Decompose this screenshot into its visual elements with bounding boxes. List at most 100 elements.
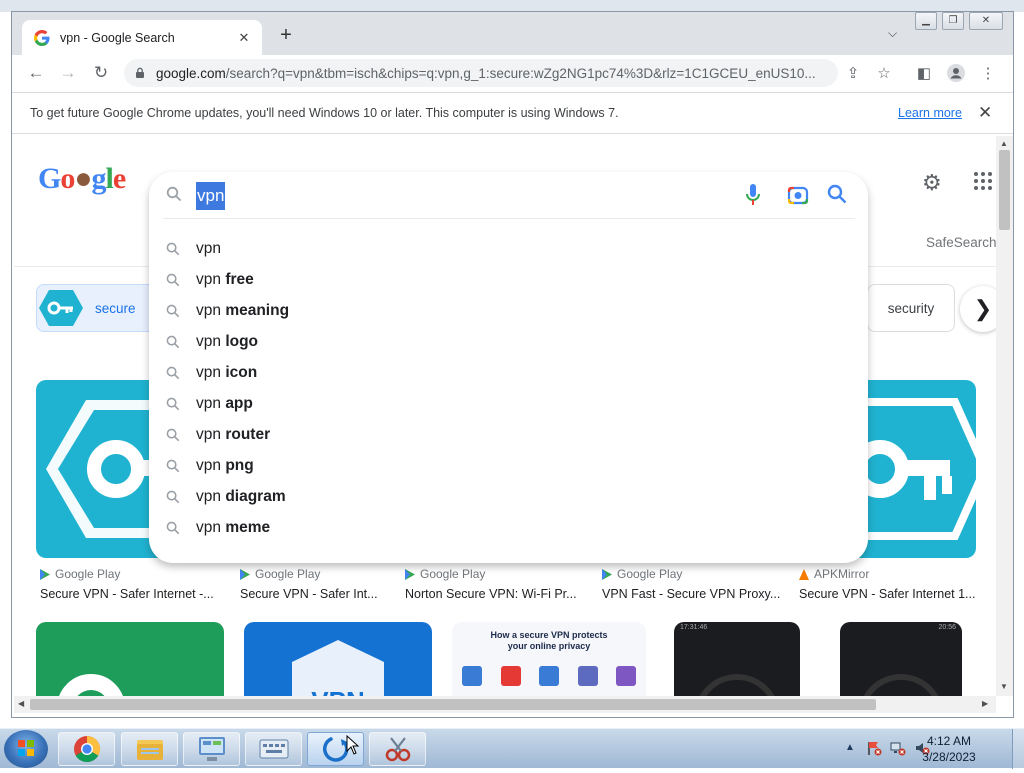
- suggestion-item[interactable]: vpn png: [149, 451, 868, 482]
- google-doodle-logo[interactable]: Go●gle: [38, 162, 126, 196]
- chips-next-arrow-icon[interactable]: ❯: [960, 286, 996, 332]
- forward-button[interactable]: →: [57, 63, 79, 83]
- result-image-6[interactable]: [36, 622, 224, 696]
- google-play-icon: [240, 568, 250, 580]
- chip-security[interactable]: security: [867, 284, 955, 332]
- folder-icon: [136, 740, 163, 760]
- suggestion-item[interactable]: vpn router: [149, 420, 868, 451]
- google-lens-camera-icon[interactable]: [787, 184, 809, 206]
- clock-date[interactable]: 3/28/2023: [922, 750, 976, 764]
- result-caption-1[interactable]: Secure VPN - Safer Internet -...: [40, 587, 220, 601]
- tab-close-icon[interactable]: ✕: [236, 30, 252, 46]
- suggestion-text: vpn icon: [196, 364, 258, 381]
- result-caption-2[interactable]: Secure VPN - Safer Int...: [240, 587, 380, 601]
- show-hidden-icons-arrow-icon[interactable]: ▲: [845, 742, 855, 753]
- back-button[interactable]: ←: [25, 63, 47, 83]
- share-icon[interactable]: ⇪: [843, 64, 863, 82]
- result-source-2: Google Play: [240, 567, 320, 581]
- update-infobar: To get future Google Chrome updates, you…: [12, 92, 1013, 134]
- result-caption-3[interactable]: Norton Secure VPN: Wi-Fi Pr...: [405, 587, 580, 601]
- search-icon: [166, 397, 180, 411]
- suggestion-item[interactable]: vpn meaning: [149, 296, 868, 327]
- network-icon[interactable]: [890, 740, 906, 756]
- tab-vpn-google-search[interactable]: vpn - Google Search ✕: [22, 20, 262, 55]
- suggestion-item[interactable]: vpn app: [149, 389, 868, 420]
- windows-logo-icon: [18, 740, 34, 756]
- result-image-10[interactable]: 20:56: [840, 622, 962, 696]
- new-tab-button[interactable]: +: [275, 24, 297, 46]
- taskbar-on-screen-keyboard[interactable]: [245, 732, 302, 766]
- taskbar-file-explorer[interactable]: [121, 732, 178, 766]
- horizontal-scroll-thumb[interactable]: [30, 699, 876, 710]
- dropdown-divider: [163, 218, 855, 219]
- suggestion-text: vpn free: [196, 271, 254, 288]
- result-caption-5[interactable]: Secure VPN - Safer Internet 1...: [799, 587, 979, 601]
- action-center-flag-icon[interactable]: [866, 740, 882, 756]
- menu-kebab-icon[interactable]: ⋮: [978, 64, 998, 82]
- result-source-label: Google Play: [420, 567, 486, 581]
- side-panel-icon[interactable]: ◧: [914, 64, 934, 82]
- voice-search-mic-icon[interactable]: [746, 184, 760, 206]
- suggestion-text: vpn meme: [196, 519, 271, 536]
- result-image-7[interactable]: VPN: [244, 622, 432, 696]
- windows-taskbar: ▲ 4:12 AM 3/28/2023: [0, 728, 1024, 769]
- browser-toolbar: ← → ↻ google.com/search?q=vpn&tbm=isch&c…: [12, 55, 1013, 91]
- scroll-down-arrow-icon[interactable]: ▼: [1000, 682, 1008, 691]
- suggestion-item[interactable]: vpn free: [149, 265, 868, 296]
- suggestion-item[interactable]: vpn diagram: [149, 482, 868, 513]
- google-play-icon: [405, 568, 415, 580]
- bookmark-star-icon[interactable]: ☆: [874, 64, 894, 82]
- url-path: /search?q=vpn&tbm=isch&chips=q:vpn,g_1:s…: [225, 65, 816, 81]
- lock-icon: [136, 67, 144, 78]
- diagram-icons: [462, 666, 636, 686]
- search-icon: [166, 273, 180, 287]
- vpn-text: VPN: [311, 686, 364, 696]
- suggestion-item[interactable]: vpn logo: [149, 327, 868, 358]
- taskbar-chrome[interactable]: [58, 732, 115, 766]
- show-desktop-button[interactable]: [1012, 729, 1024, 769]
- vertical-scrollbar[interactable]: ▲ ▼: [996, 136, 1013, 696]
- result-caption-4[interactable]: VPN Fast - Secure VPN Proxy...: [602, 587, 782, 601]
- search-icon: [166, 428, 180, 442]
- safesearch-button[interactable]: SafeSearch: [926, 235, 996, 250]
- suggestion-item[interactable]: vpn icon: [149, 358, 868, 389]
- search-autocomplete-dropdown: vpn vpn vpn free vpn meaning vpn logo vp…: [149, 172, 868, 563]
- suggestion-item[interactable]: vpn: [149, 234, 868, 265]
- google-play-icon: [602, 568, 612, 580]
- minimize-button[interactable]: ▁: [915, 12, 937, 30]
- secure-chip-thumbnail: [39, 290, 83, 326]
- suggestion-text: vpn png: [196, 457, 254, 474]
- scroll-right-arrow-icon[interactable]: ▶: [982, 699, 988, 708]
- url-text: google.com/search?q=vpn&tbm=isch&chips=q…: [156, 66, 838, 81]
- search-box[interactable]: vpn: [149, 172, 868, 218]
- horizontal-scrollbar[interactable]: ◀ ▶: [14, 696, 996, 713]
- google-apps-icon[interactable]: [974, 172, 992, 190]
- learn-more-link[interactable]: Learn more: [898, 106, 962, 120]
- scroll-up-arrow-icon[interactable]: ▲: [1000, 139, 1008, 148]
- infobar-close-icon[interactable]: ✕: [978, 103, 992, 123]
- tab-strip: vpn - Google Search ✕ + ⌵ ▁ ❐ ✕: [12, 12, 1013, 55]
- restore-button[interactable]: ❐: [942, 12, 964, 30]
- suggestion-item[interactable]: vpn meme: [149, 513, 868, 544]
- settings-gear-icon[interactable]: ⚙: [922, 170, 942, 196]
- taskbar-snipping-tool[interactable]: [369, 732, 426, 766]
- reload-button[interactable]: ↻: [90, 63, 112, 83]
- infobar-message: To get future Google Chrome updates, you…: [30, 106, 619, 120]
- result-image-8[interactable]: How a secure VPN protects your online pr…: [452, 622, 646, 696]
- start-button[interactable]: [4, 730, 48, 768]
- search-submit-icon[interactable]: [827, 184, 847, 204]
- clock-time[interactable]: 4:12 AM: [922, 734, 976, 748]
- tab-search-chevron-icon[interactable]: ⌵: [888, 26, 897, 41]
- chip-secure-label: secure: [95, 300, 136, 316]
- address-bar[interactable]: google.com/search?q=vpn&tbm=isch&chips=q…: [124, 59, 838, 87]
- chip-secure[interactable]: secure: [36, 284, 158, 332]
- vertical-scroll-thumb[interactable]: [999, 150, 1010, 230]
- taskbar-control-panel[interactable]: [183, 732, 240, 766]
- search-icon: [166, 490, 180, 504]
- phone-status-time: 17:31:46: [680, 624, 708, 631]
- profile-avatar-icon[interactable]: [946, 64, 966, 86]
- result-image-9[interactable]: 17:31:46: [674, 622, 800, 696]
- close-window-button[interactable]: ✕: [969, 12, 1003, 30]
- search-input[interactable]: vpn: [196, 182, 226, 210]
- scroll-left-arrow-icon[interactable]: ◀: [18, 699, 24, 708]
